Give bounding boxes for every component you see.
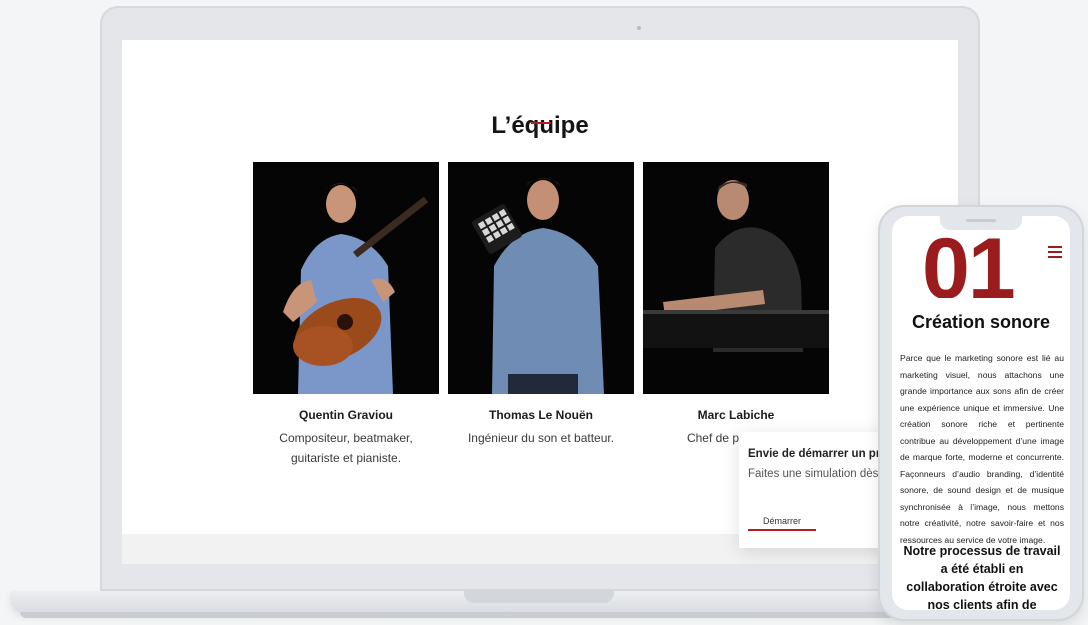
member-name: Marc Labiche bbox=[697, 408, 775, 422]
team-member-card: Thomas Le Nouën Ingénieur du son et batt… bbox=[448, 162, 634, 448]
camera-dot bbox=[637, 26, 641, 30]
member-role: Compositeur, beatmaker, guitariste et pi… bbox=[279, 431, 413, 465]
popup-title: Envie de démarrer un pro bbox=[748, 448, 888, 460]
member-name: Quentin Graviou bbox=[298, 408, 393, 422]
hamburger-menu-icon[interactable] bbox=[1048, 246, 1062, 261]
laptop-base-notch bbox=[464, 591, 614, 603]
member-role: Ingénieur du son et batteur. bbox=[467, 431, 615, 445]
title-underline bbox=[531, 122, 551, 124]
section-body: Parce que le marketing sonore est lié au… bbox=[900, 353, 1064, 545]
start-button[interactable]: Démarrer bbox=[748, 516, 816, 531]
team-title: L’équipe bbox=[491, 112, 589, 139]
phone-speaker bbox=[966, 219, 996, 222]
section-number: 01 bbox=[922, 226, 1014, 298]
section-lead: Notre processus de travail a été établi … bbox=[903, 544, 1061, 610]
member-name: Thomas Le Nouën bbox=[488, 408, 593, 422]
member-photo bbox=[448, 162, 634, 394]
member-photo bbox=[253, 162, 439, 394]
section-title: Création sonore bbox=[911, 312, 1051, 332]
team-member-card: Marc Labiche Chef de projet, pia bbox=[643, 162, 829, 448]
phone-screen: 01 Création sonore Parce que le marketin… bbox=[892, 216, 1070, 610]
member-photo bbox=[643, 162, 829, 394]
team-member-card: Quentin Graviou Compositeur, beatmaker, … bbox=[253, 162, 439, 468]
popup-subtitle: Faites une simulation dès bbox=[748, 468, 879, 480]
